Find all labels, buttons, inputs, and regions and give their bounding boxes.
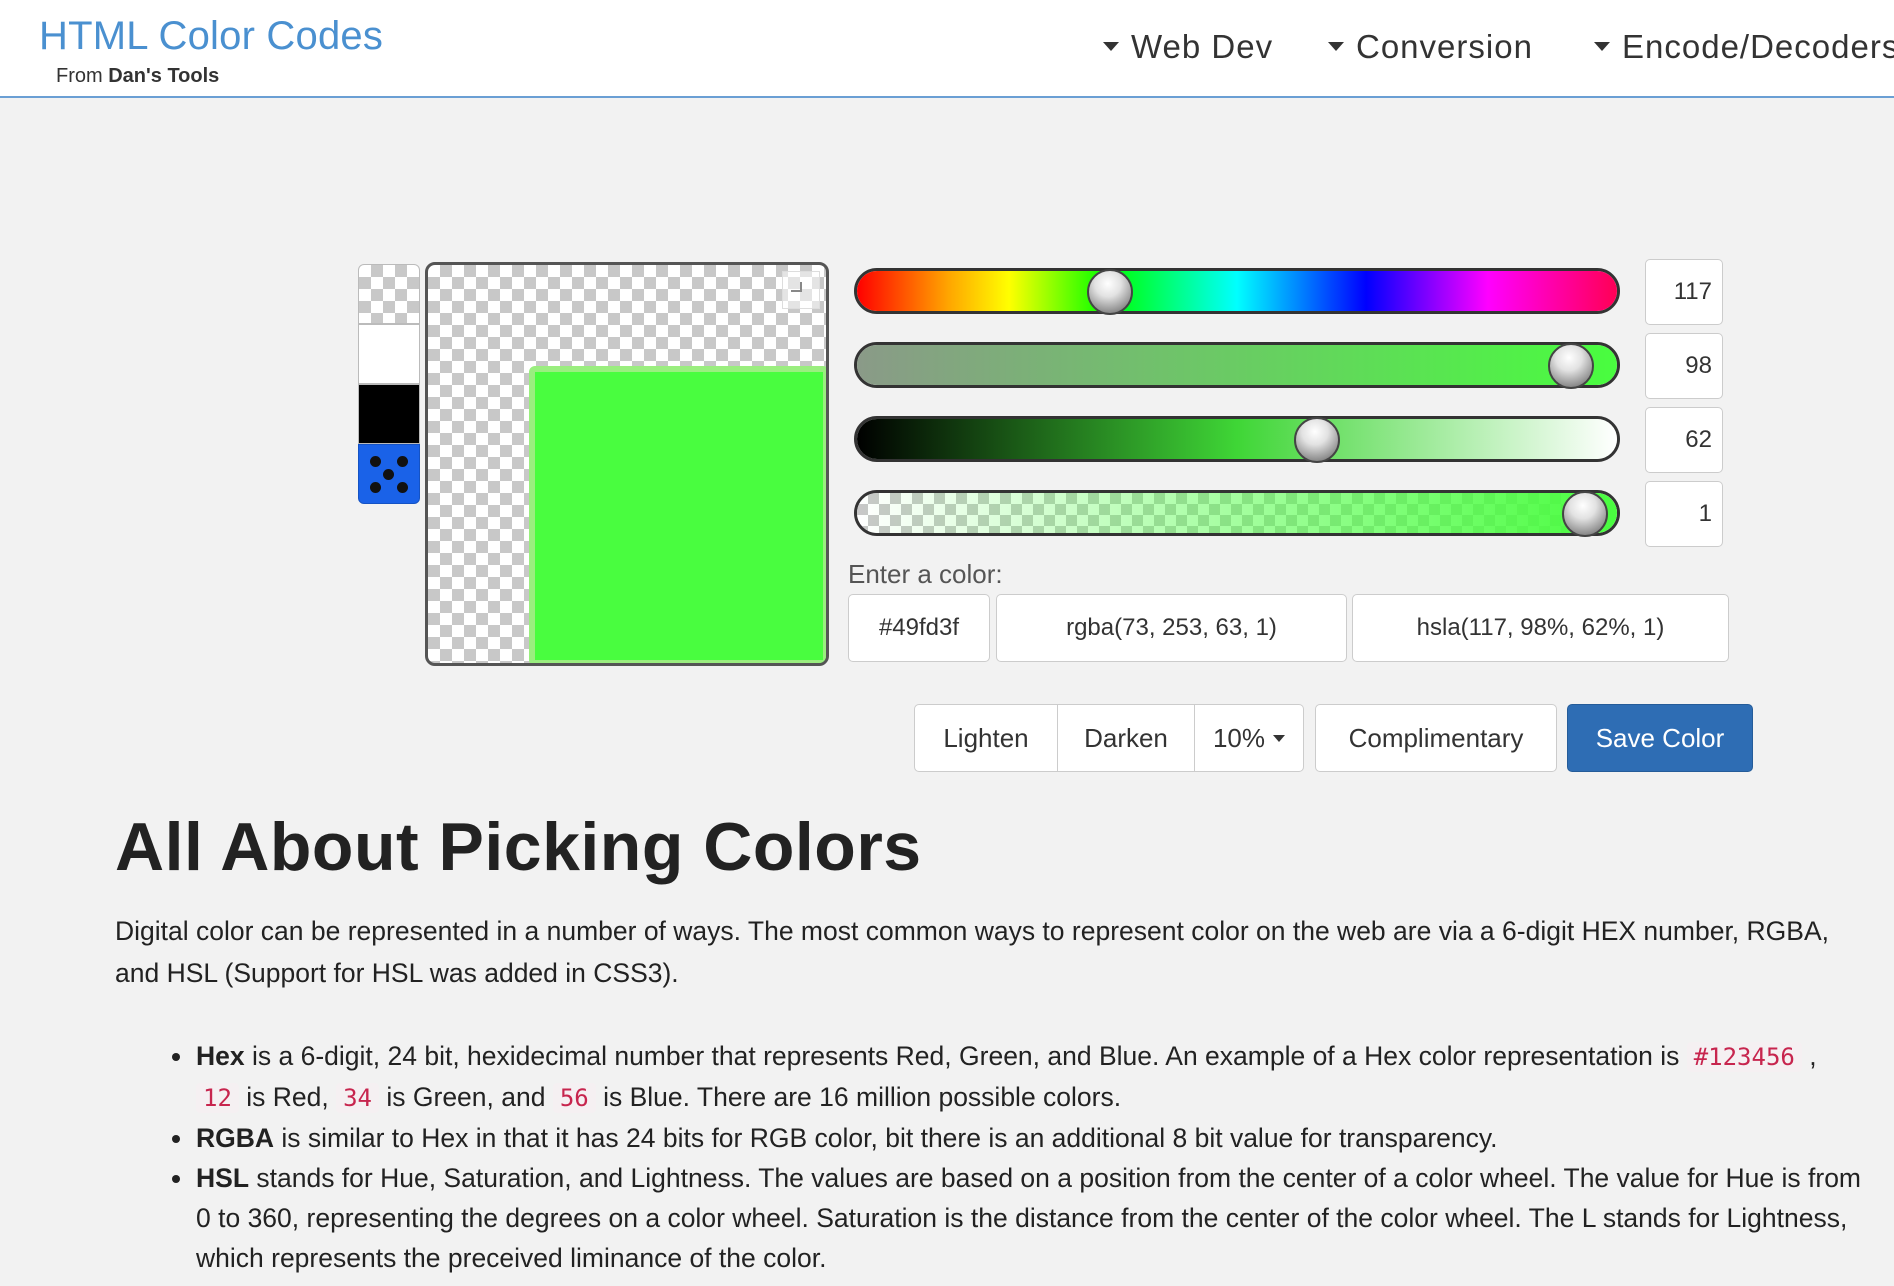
subtitle-prefix: From: [56, 65, 103, 87]
caret-down-icon: [1273, 734, 1286, 742]
black-swatch[interactable]: [358, 384, 420, 444]
site-header: HTML Color Codes From Dan's Tools Web De…: [0, 0, 1894, 98]
lighten-button[interactable]: Lighten: [914, 704, 1058, 772]
save-color-button[interactable]: Save Color: [1567, 704, 1753, 772]
saturation-slider[interactable]: [854, 342, 1620, 389]
darken-button[interactable]: Darken: [1058, 704, 1195, 772]
saturation-input[interactable]: 98: [1645, 333, 1723, 399]
hex-desc-5: is Blue. There are 16 million possible c…: [595, 1082, 1122, 1112]
hue-input[interactable]: 117: [1645, 259, 1723, 325]
hue-slider-handle[interactable]: [1086, 269, 1133, 315]
alpha-slider-handle[interactable]: [1562, 491, 1608, 537]
hex-blue-code: 56: [552, 1083, 596, 1113]
hex-red-code: 12: [196, 1083, 239, 1113]
adjust-button-group: Lighten Darken 10%: [914, 704, 1304, 772]
hsl-term: HSL: [196, 1163, 249, 1193]
hex-desc-1: is a 6-digit, 24 bit, hexidecimal number…: [244, 1041, 1687, 1071]
percent-dropdown[interactable]: 10%: [1195, 704, 1304, 772]
caret-down-icon: [1103, 41, 1119, 51]
lightness-input[interactable]: 62: [1645, 407, 1723, 473]
nav-encode-decoders[interactable]: Encode/Decoders: [1594, 28, 1894, 66]
nav-web-dev-label: Web Dev: [1131, 28, 1274, 65]
hex-input[interactable]: #49fd3f: [848, 594, 990, 662]
enter-color-label: Enter a color:: [848, 559, 1003, 589]
color-format-list: Hex is a 6-digit, 24 bit, hexidecimal nu…: [172, 1036, 1876, 1278]
hex-desc-2: ,: [1801, 1041, 1817, 1071]
article-heading: All About Picking Colors: [115, 809, 922, 885]
color-preview: [425, 262, 829, 666]
nav-web-dev[interactable]: Web Dev: [1103, 28, 1273, 66]
nav-conversion[interactable]: Conversion: [1328, 28, 1533, 66]
percent-value: 10%: [1212, 722, 1266, 753]
hsl-desc: stands for Hue, Saturation, and Lightnes…: [196, 1163, 1862, 1273]
list-item-hex: Hex is a 6-digit, 24 bit, hexidecimal nu…: [172, 1036, 1876, 1118]
rgba-term: RGBA: [196, 1123, 275, 1153]
current-color-swatch: [529, 366, 826, 663]
hex-example-code: #123456: [1686, 1042, 1802, 1072]
caret-down-icon: [1328, 41, 1344, 51]
alpha-slider[interactable]: [854, 490, 1620, 537]
saturation-slider-handle[interactable]: [1547, 343, 1594, 389]
hue-slider[interactable]: [854, 268, 1620, 315]
subtitle-brand[interactable]: Dan's Tools: [108, 65, 219, 87]
hsla-input[interactable]: hsla(117, 98%, 62%, 1): [1352, 594, 1729, 662]
list-item-rgba: RGBA is similar to Hex in that it has 24…: [172, 1118, 1876, 1158]
white-swatch[interactable]: [358, 324, 420, 384]
alpha-input[interactable]: 1: [1645, 481, 1723, 547]
hex-green-code: 34: [336, 1083, 380, 1113]
reset-icon[interactable]: [782, 271, 820, 309]
rgba-desc: is similar to Hex in that it has 24 bits…: [274, 1123, 1498, 1153]
transparent-swatch[interactable]: [358, 264, 420, 324]
site-subtitle: From Dan's Tools: [56, 65, 219, 88]
hex-desc-4: is Green, and: [379, 1082, 553, 1112]
lightness-slider[interactable]: [854, 416, 1620, 463]
site-title-link[interactable]: HTML Color Codes: [39, 14, 383, 59]
hex-desc-3: is Red,: [238, 1082, 337, 1112]
hex-term: Hex: [196, 1041, 245, 1071]
list-item-hsl: HSL stands for Hue, Saturation, and Ligh…: [172, 1158, 1876, 1278]
caret-down-icon: [1594, 41, 1610, 51]
intro-paragraph: Digital color can be represented in a nu…: [115, 916, 1829, 988]
nav-encode-decoders-label: Encode/Decoders: [1622, 28, 1894, 65]
preset-swatches: [358, 264, 420, 504]
complimentary-button[interactable]: Complimentary: [1315, 704, 1557, 772]
nav-conversion-label: Conversion: [1356, 28, 1533, 65]
dice-icon[interactable]: [358, 444, 420, 504]
rgba-input[interactable]: rgba(73, 253, 63, 1): [996, 594, 1347, 662]
